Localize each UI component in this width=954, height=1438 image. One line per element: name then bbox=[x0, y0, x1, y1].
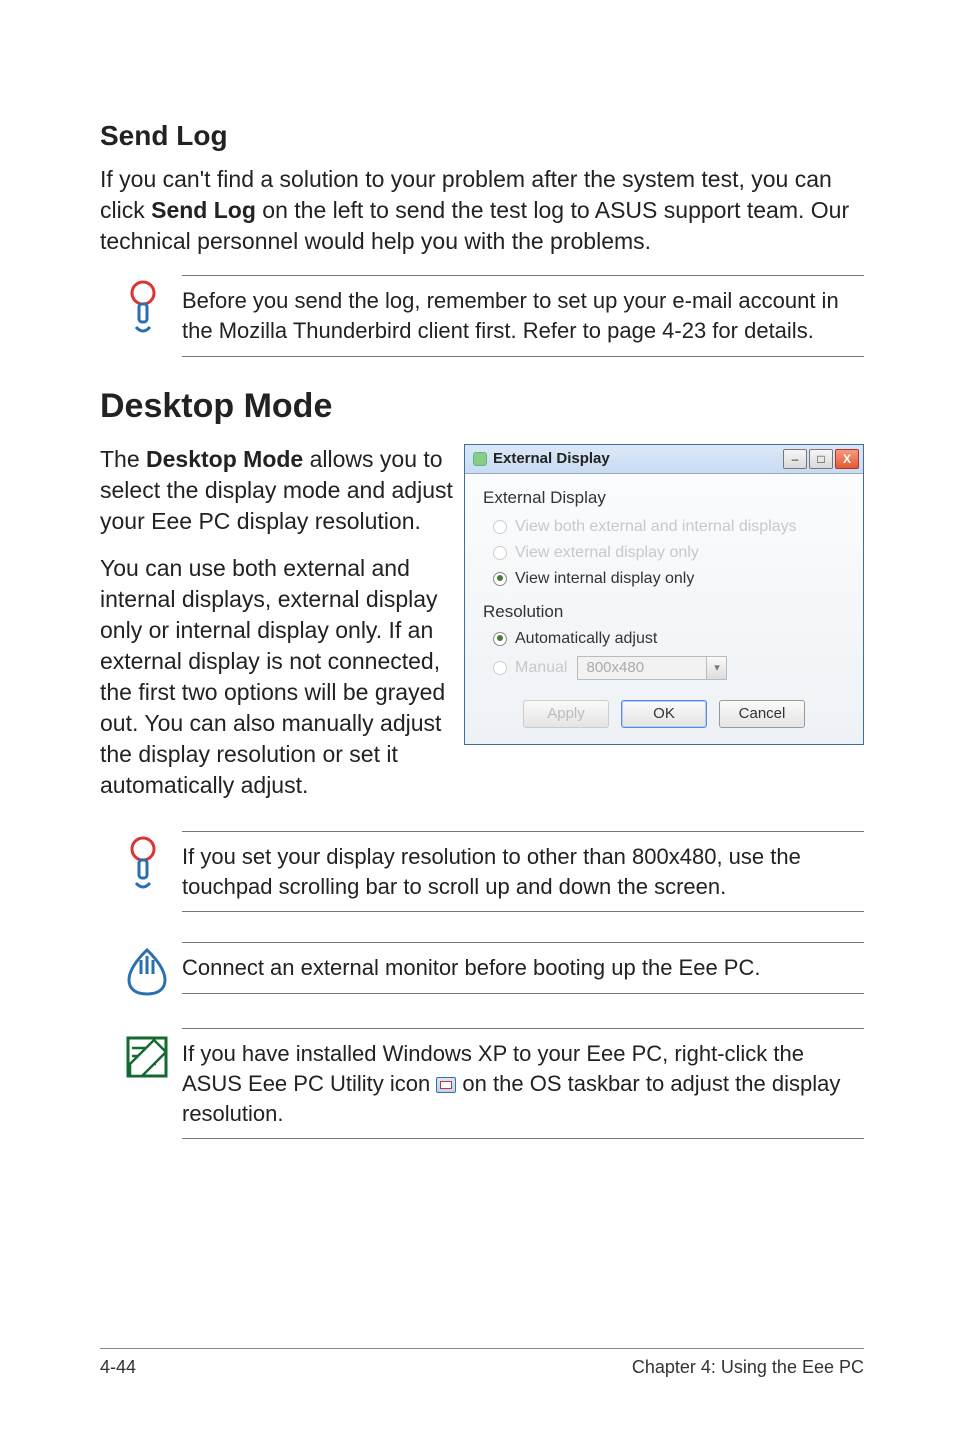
option-view-both-label: View both external and internal displays bbox=[515, 518, 797, 536]
desktop-para1-a: The bbox=[100, 446, 146, 472]
send-log-bold: Send Log bbox=[151, 197, 256, 223]
resolution-combo-value: 800x480 bbox=[578, 659, 706, 676]
option-auto-adjust[interactable]: Automatically adjust bbox=[493, 630, 845, 648]
window-title: External Display bbox=[493, 450, 610, 467]
chevron-down-icon[interactable]: ▾ bbox=[706, 657, 726, 679]
cancel-button[interactable]: Cancel bbox=[719, 700, 805, 728]
note-callout-xp: If you have installed Windows XP to your… bbox=[100, 1028, 864, 1139]
note-icon bbox=[112, 1028, 182, 1082]
desktop-para1-bold: Desktop Mode bbox=[146, 446, 303, 472]
caution-icon bbox=[112, 942, 182, 998]
option-view-both: View both external and internal displays bbox=[493, 518, 845, 536]
page-number: 4-44 bbox=[100, 1357, 136, 1378]
option-auto-label: Automatically adjust bbox=[515, 630, 657, 648]
note-text-xp: If you have installed Windows XP to your… bbox=[182, 1028, 864, 1139]
tip-icon bbox=[112, 831, 182, 891]
chapter-label: Chapter 4: Using the Eee PC bbox=[632, 1357, 864, 1378]
tip-callout-scroll: If you set your display resolution to ot… bbox=[100, 831, 864, 912]
option-manual: Manual bbox=[493, 659, 567, 677]
titlebar: External Display – □ X bbox=[465, 445, 863, 474]
radio-auto-icon bbox=[493, 632, 507, 646]
radio-external-icon bbox=[493, 546, 507, 560]
eee-utility-icon bbox=[436, 1077, 456, 1093]
option-manual-label: Manual bbox=[515, 659, 567, 677]
radio-manual-icon bbox=[493, 661, 507, 675]
tip-text-sendlog: Before you send the log, remember to set… bbox=[182, 275, 864, 356]
caution-text-connect: Connect an external monitor before booti… bbox=[182, 942, 864, 994]
send-log-paragraph: If you can't find a solution to your pro… bbox=[100, 164, 864, 257]
option-view-external-label: View external display only bbox=[515, 544, 699, 562]
option-view-internal-label: View internal display only bbox=[515, 570, 694, 588]
tip-icon bbox=[112, 275, 182, 335]
window-app-icon bbox=[473, 452, 487, 466]
desktop-mode-heading: Desktop Mode bbox=[100, 387, 864, 426]
external-display-group-label: External Display bbox=[483, 488, 845, 508]
desktop-para2: You can use both external and internal d… bbox=[100, 553, 454, 801]
close-button[interactable]: X bbox=[835, 449, 859, 469]
ok-button[interactable]: OK bbox=[621, 700, 707, 728]
resolution-combo[interactable]: 800x480 ▾ bbox=[577, 656, 727, 680]
option-view-external: View external display only bbox=[493, 544, 845, 562]
tip-text-scroll: If you set your display resolution to ot… bbox=[182, 831, 864, 912]
apply-button: Apply bbox=[523, 700, 609, 728]
option-view-internal[interactable]: View internal display only bbox=[493, 570, 845, 588]
minimize-button[interactable]: – bbox=[783, 449, 807, 469]
desktop-para1: The Desktop Mode allows you to select th… bbox=[100, 444, 454, 537]
tip-callout-sendlog: Before you send the log, remember to set… bbox=[100, 275, 864, 356]
external-display-window: External Display – □ X External Display … bbox=[464, 444, 864, 745]
maximize-button[interactable]: □ bbox=[809, 449, 833, 469]
caution-callout-connect: Connect an external monitor before booti… bbox=[100, 942, 864, 998]
radio-internal-icon bbox=[493, 572, 507, 586]
radio-both-icon bbox=[493, 520, 507, 534]
resolution-group-label: Resolution bbox=[483, 602, 845, 622]
send-log-heading: Send Log bbox=[100, 120, 864, 152]
page-footer: 4-44 Chapter 4: Using the Eee PC bbox=[100, 1348, 864, 1378]
